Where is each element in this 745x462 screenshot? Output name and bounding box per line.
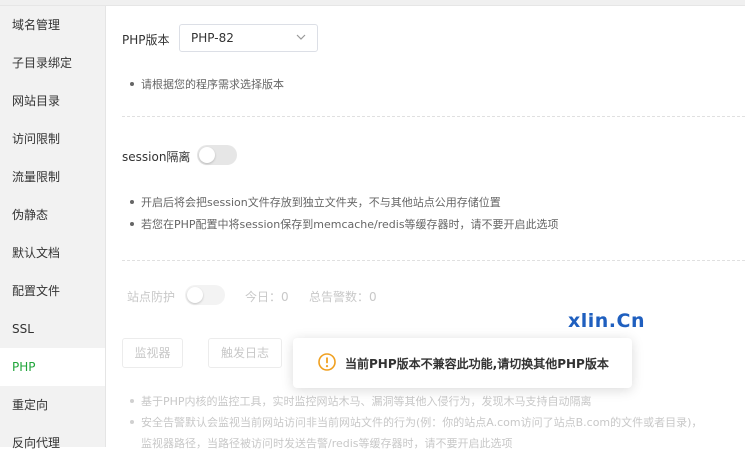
bullet-icon	[130, 82, 134, 86]
toast-message: 当前PHP版本不兼容此功能,请切换其他PHP版本	[345, 357, 609, 371]
session-isolation-toggle[interactable]	[197, 145, 237, 165]
protection-tip-1: 基于PHP内核的监控工具，实时监控网站木马、漏洞等其他入侵行为，发现木马支持自动…	[130, 393, 592, 409]
monitor-button[interactable]: 监视器	[122, 338, 183, 368]
chevron-down-icon	[296, 34, 306, 40]
sidebar-item-ssl[interactable]: SSL	[0, 310, 105, 348]
bullet-icon	[130, 222, 134, 226]
toggle-knob	[187, 287, 203, 303]
warning-icon	[318, 353, 336, 371]
sidebar-item-reverse-proxy[interactable]: 反向代理	[0, 424, 105, 462]
php-version-tip: 请根据您的程序需求选择版本	[130, 76, 284, 92]
sidebar-item-default-doc[interactable]: 默认文档	[0, 234, 105, 272]
sidebar-item-subdir-binding[interactable]: 子目录绑定	[0, 44, 105, 82]
sidebar-item-site-directory[interactable]: 网站目录	[0, 82, 105, 120]
today-count: 今日：0	[245, 290, 289, 304]
watermark-text: xlin.Cn	[568, 310, 645, 332]
sidebar-item-access-limit[interactable]: 访问限制	[0, 120, 105, 158]
bullet-icon	[130, 420, 134, 424]
sidebar-item-domain[interactable]: 域名管理	[0, 6, 105, 44]
section-divider	[122, 260, 745, 261]
php-version-select[interactable]: PHP-82	[179, 24, 318, 52]
section-divider	[122, 116, 745, 117]
site-protection-toggle[interactable]	[185, 285, 225, 305]
protection-tip-3: 监视器路径，当路径被访问时发送告警/redis等缓存器时，请不要开启此选项	[141, 437, 513, 450]
toggle-knob	[199, 147, 215, 163]
sidebar-item-rewrite[interactable]: 伪静态	[0, 196, 105, 234]
session-tip-2: 若您在PHP配置中将session保存到memcache/redis等缓存器时，…	[130, 216, 559, 232]
bullet-icon	[130, 399, 134, 403]
bullet-icon	[130, 200, 134, 204]
site-protection-label: 站点防护	[127, 290, 176, 304]
sidebar-item-redirect[interactable]: 重定向	[0, 386, 105, 424]
warning-toast: 当前PHP版本不兼容此功能,请切换其他PHP版本	[293, 338, 632, 388]
protection-tip-2: 安全告警默认会监视当前网站访问非当前网站文件的行为(例：你的站点A.com访问了…	[130, 414, 702, 430]
session-isolation-label: session隔离	[122, 150, 191, 164]
php-version-value: PHP-82	[191, 31, 234, 45]
sidebar: 域名管理 子目录绑定 网站目录 访问限制 流量限制 伪静态 默认文档 配置文件 …	[0, 6, 106, 450]
sidebar-item-php[interactable]: PHP	[0, 348, 105, 386]
sidebar-item-config-file[interactable]: 配置文件	[0, 272, 105, 310]
session-tip-1: 开启后将会把session文件存放到独立文件夹，不与其他站点公用存储位置	[130, 194, 501, 210]
sidebar-item-traffic-limit[interactable]: 流量限制	[0, 158, 105, 196]
trigger-log-button[interactable]: 触发日志	[208, 338, 282, 368]
total-alert-count: 总告警数：0	[309, 290, 377, 304]
php-version-label: PHP版本	[122, 33, 170, 47]
